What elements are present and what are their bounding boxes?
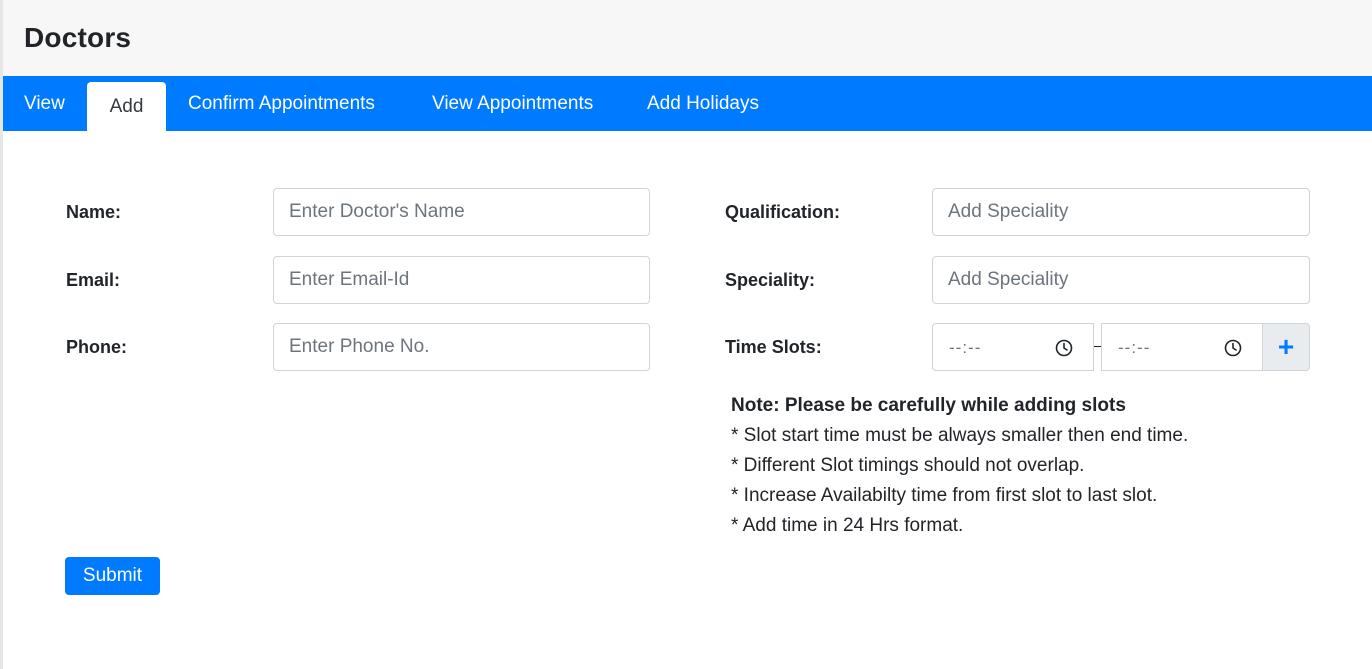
phone-label: Phone: bbox=[66, 337, 127, 357]
note-heading-text: Please be carefully while adding slots bbox=[779, 395, 1126, 416]
speciality-label: Speciality: bbox=[725, 270, 816, 290]
qualification-input[interactable] bbox=[932, 188, 1310, 236]
tab-bar: View Add Confirm Appointments View Appoi… bbox=[3, 76, 1372, 131]
note-line: * Increase Availabilty time from first s… bbox=[731, 485, 1158, 506]
time-slot-separator bbox=[1094, 346, 1101, 347]
note-line: * Different Slot timings should not over… bbox=[731, 455, 1085, 476]
name-input[interactable] bbox=[273, 188, 650, 236]
slot-start-time-input[interactable]: --:-- bbox=[932, 323, 1094, 371]
clock-icon[interactable] bbox=[1224, 339, 1242, 357]
slot-start-time-value: --:-- bbox=[949, 338, 982, 357]
tab-view-appointments[interactable]: View Appointments bbox=[432, 76, 593, 131]
tab-add-holidays[interactable]: Add Holidays bbox=[647, 76, 759, 131]
note-heading: Note: Please be carefully while adding s… bbox=[731, 395, 1188, 417]
add-slot-button[interactable]: + bbox=[1262, 323, 1310, 371]
tab-confirm-appointments[interactable]: Confirm Appointments bbox=[188, 76, 375, 131]
plus-icon: + bbox=[1277, 331, 1295, 362]
qualification-label: Qualification: bbox=[725, 202, 841, 222]
speciality-input[interactable] bbox=[932, 256, 1310, 304]
note-line: * Add time in 24 Hrs format. bbox=[731, 515, 964, 536]
slot-end-time-input[interactable]: --:-- bbox=[1101, 323, 1263, 371]
name-label: Name: bbox=[66, 202, 122, 222]
tab-add[interactable]: Add bbox=[87, 82, 166, 131]
note-line: * Slot start time must be always smaller… bbox=[731, 425, 1189, 446]
submit-button[interactable]: Submit bbox=[65, 557, 160, 595]
page-title: Doctors bbox=[24, 22, 132, 53]
time-slots-label: Time Slots: bbox=[725, 337, 822, 357]
page-header: Doctors bbox=[3, 0, 1372, 76]
note-heading-bold: Note: bbox=[731, 395, 780, 416]
email-label: Email: bbox=[66, 270, 121, 290]
email-input[interactable] bbox=[273, 256, 650, 304]
slot-end-time-value: --:-- bbox=[1118, 338, 1151, 357]
tab-view[interactable]: View bbox=[24, 76, 65, 131]
phone-input[interactable] bbox=[273, 323, 650, 371]
clock-icon[interactable] bbox=[1055, 339, 1073, 357]
slot-note: Note: Please be carefully while adding s… bbox=[731, 395, 1188, 541]
